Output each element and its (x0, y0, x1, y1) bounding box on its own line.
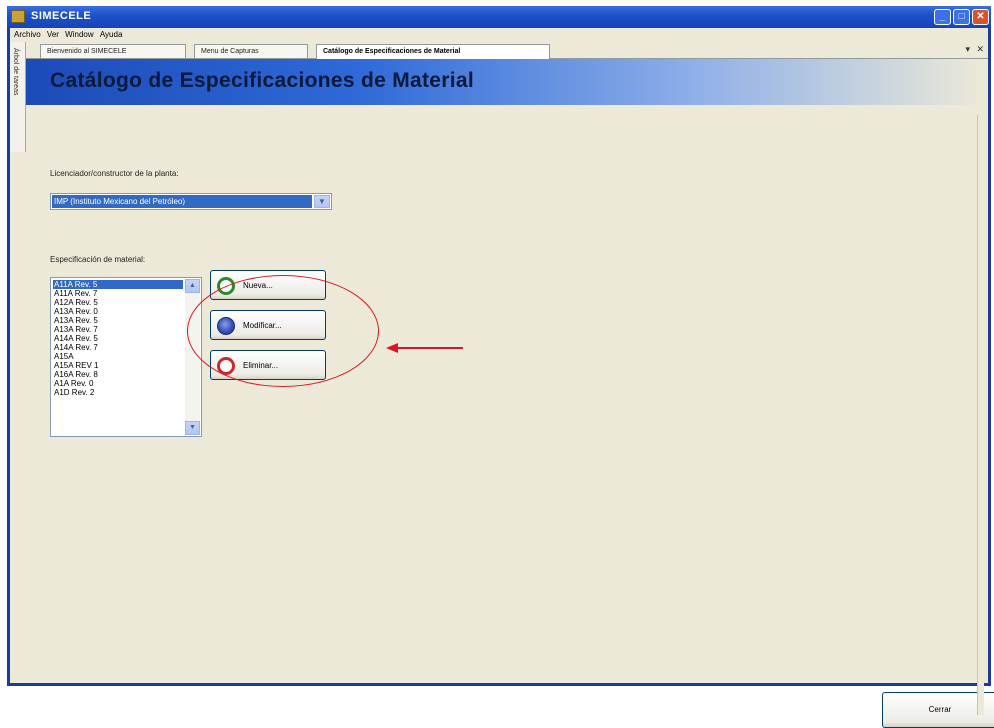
nueva-button[interactable]: Nueva... (210, 270, 326, 300)
document-tabs: Bienvenido al SIMECELE Menu de Capturas … (26, 44, 988, 59)
list-item[interactable]: A1D Rev. 2 (53, 388, 183, 397)
side-panel-label: Árbol de tareas (12, 48, 19, 96)
licensor-label: Licenciador/constructor de la planta: (50, 169, 179, 178)
page-banner: Catálogo de Especificaciones de Material (26, 59, 984, 105)
scroll-down-icon[interactable]: ▼ (185, 421, 200, 435)
list-item[interactable]: A15A REV 1 (53, 361, 183, 370)
side-panel-tab[interactable]: Árbol de tareas (10, 42, 26, 152)
licensor-value: IMP (Instituto Mexicano del Petróleo) (52, 195, 312, 208)
page-scrollbar[interactable] (977, 115, 984, 715)
catalog-page: Catálogo de Especificaciones de Material… (26, 59, 994, 728)
list-item[interactable]: A15A (53, 352, 183, 361)
page-title: Catálogo de Especificaciones de Material (50, 69, 474, 92)
pointer-arrow-icon (386, 343, 463, 353)
maximize-button[interactable]: □ (953, 9, 970, 25)
menu-archivo[interactable]: Archivo (14, 28, 41, 42)
list-item[interactable]: A13A Rev. 5 (53, 316, 183, 325)
menu-ayuda[interactable]: Ayuda (100, 28, 123, 42)
eliminar-button[interactable]: Eliminar... (210, 350, 326, 380)
licensor-select[interactable]: IMP (Instituto Mexicano del Petróleo) ▼ (50, 193, 332, 210)
menu-window[interactable]: Window (65, 28, 93, 42)
list-item[interactable]: A13A Rev. 7 (53, 325, 183, 334)
chevron-down-icon[interactable]: ▼ (314, 195, 330, 208)
list-item[interactable]: A11A Rev. 5 (53, 280, 183, 289)
spec-items: A11A Rev. 5 A11A Rev. 7 A12A Rev. 5 A13A Re… (53, 280, 183, 397)
eliminar-label: Eliminar... (243, 361, 279, 370)
list-item[interactable]: A14A Rev. 5 (53, 334, 183, 343)
list-item[interactable]: A11A Rev. 7 (53, 289, 183, 298)
tab-bienvenido[interactable]: Bienvenido al SIMECELE (40, 44, 186, 58)
list-item[interactable]: A14A Rev. 7 (53, 343, 183, 352)
menu-bar: Archivo Ver Window Ayuda (10, 28, 988, 42)
modificar-label: Modificar... (243, 321, 282, 330)
tab-controls[interactable]: ▾ ✕ (965, 44, 986, 55)
scroll-up-icon[interactable]: ▲ (185, 279, 200, 293)
menu-ver[interactable]: Ver (47, 28, 59, 42)
title-bar[interactable]: SIMECELE _ □ ✕ (7, 6, 991, 28)
modificar-button[interactable]: Modificar... (210, 310, 326, 340)
list-item[interactable]: A12A Rev. 5 (53, 298, 183, 307)
list-item[interactable]: A16A Rev. 8 (53, 370, 183, 379)
tab-menu-capturas[interactable]: Menu de Capturas (194, 44, 308, 58)
list-item[interactable]: A13A Rev. 0 (53, 307, 183, 316)
spec-label: Especificación de material: (50, 255, 146, 264)
edit-icon (217, 317, 235, 335)
app-icon (11, 10, 25, 23)
application-window: SIMECELE _ □ ✕ Archivo Ver Window Ayuda … (7, 6, 994, 728)
window-title: SIMECELE (31, 10, 92, 22)
minimize-button[interactable]: _ (934, 9, 951, 25)
client-area: Archivo Ver Window Ayuda Árbol de tareas… (10, 28, 994, 728)
close-window-button[interactable]: ✕ (972, 9, 989, 25)
add-icon (217, 277, 235, 295)
spec-listbox[interactable]: A11A Rev. 5 A11A Rev. 7 A12A Rev. 5 A13A Re… (50, 277, 202, 437)
spec-scrollbar[interactable]: ▲ ▼ (185, 279, 200, 435)
nueva-label: Nueva... (243, 281, 273, 290)
delete-icon (217, 357, 235, 375)
tab-catalogo[interactable]: Catálogo de Especificaciones de Material (316, 44, 550, 59)
list-item[interactable]: A1A Rev. 0 (53, 379, 183, 388)
